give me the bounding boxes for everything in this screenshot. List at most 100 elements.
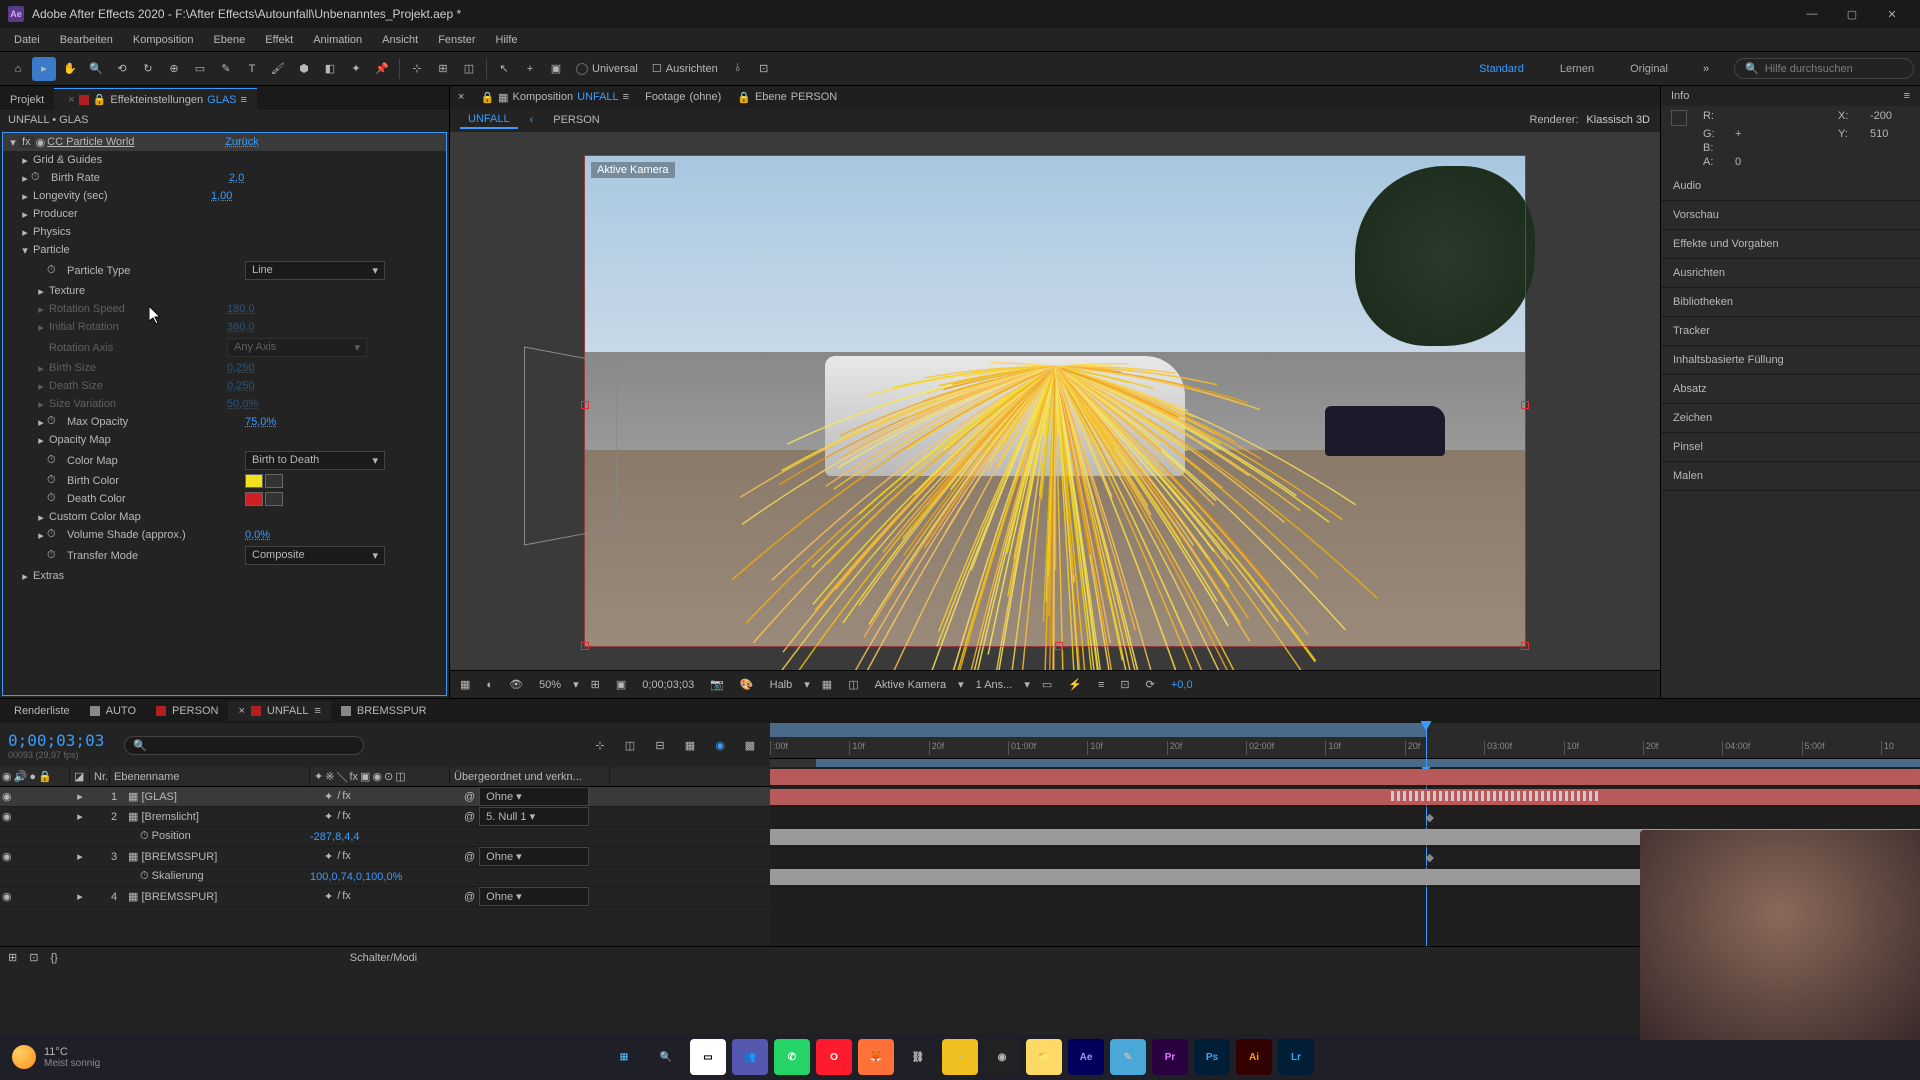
info-panel-header[interactable]: Info ≡ [1661, 86, 1920, 106]
flowchart-icon[interactable]: ⊡ [1116, 676, 1133, 693]
menu-hilfe[interactable]: Hilfe [486, 31, 528, 49]
pickwhip-icon[interactable]: @ [464, 891, 475, 903]
reset-exposure-icon[interactable]: ⟳ [1142, 676, 1159, 693]
effect-prop-particle-type[interactable]: ⏱Particle TypeLine▾ [3, 259, 446, 282]
selection-tool[interactable]: ▸ [32, 57, 56, 81]
effect-prop-max-opacity[interactable]: ▸⏱Max Opacity75,0% [3, 413, 446, 431]
side-panel-ausrichten[interactable]: Ausrichten [1661, 259, 1920, 288]
layer-bar[interactable] [770, 789, 1920, 805]
ausrichten-toggle[interactable]: ☐Ausrichten [646, 62, 724, 75]
color-swatch[interactable] [245, 474, 263, 488]
firefox-icon[interactable]: 🦊 [858, 1039, 894, 1075]
side-panel-absatz[interactable]: Absatz [1661, 375, 1920, 404]
lock-icon[interactable]: 🔒 [737, 91, 751, 104]
eyedropper-icon[interactable] [265, 492, 283, 506]
app-icon-2[interactable]: ◔ [942, 1039, 978, 1075]
snap-icon[interactable]: ⫰ [726, 57, 750, 81]
side-panel-inhaltsbasierte-f-llung[interactable]: Inhaltsbasierte Füllung [1661, 346, 1920, 375]
lock-header-icon[interactable]: 🔒 [38, 770, 52, 783]
effect-prop-volume-shade-approx-[interactable]: ▸⏱Volume Shade (approx.)0,0% [3, 526, 446, 544]
workspace-standard[interactable]: Standard [1469, 59, 1534, 79]
composition-viewer[interactable]: Aktive Kamera [450, 132, 1660, 670]
lightroom-icon[interactable]: Lr [1278, 1039, 1314, 1075]
teams-icon[interactable]: 👥 [732, 1039, 768, 1075]
guides-icon[interactable]: ▣ [612, 676, 630, 693]
anchor-tool[interactable]: ⊕ [162, 57, 186, 81]
effect-prop-physics[interactable]: ▸Physics [3, 223, 446, 241]
stopwatch-icon[interactable]: ⏱ [47, 549, 61, 563]
3d-box-icon[interactable]: ▣ [544, 57, 568, 81]
solo-header-icon[interactable]: ● [29, 771, 36, 783]
start-button[interactable]: ⊞ [606, 1039, 642, 1075]
effect-prop-opacity-map[interactable]: ▸Opacity Map [3, 431, 446, 449]
effect-prop-texture[interactable]: ▸Texture [3, 282, 446, 300]
menu-fenster[interactable]: Fenster [428, 31, 485, 49]
stopwatch-icon[interactable]: ⏱ [47, 264, 61, 278]
weather-widget[interactable]: 11°C Meist sonnig [12, 1045, 100, 1069]
workspace-overflow-icon[interactable]: » [1694, 57, 1718, 81]
illustrator-icon[interactable]: Ai [1236, 1039, 1272, 1075]
toggle-blend-icon[interactable]: {} [50, 952, 57, 964]
timeline-icon[interactable]: ≡ [1094, 677, 1108, 693]
roto-tool[interactable]: ✦ [344, 57, 368, 81]
brush-tool[interactable]: 🖌 [266, 57, 290, 81]
text-tool[interactable]: T [240, 57, 264, 81]
layer-bar[interactable] [770, 769, 1920, 785]
puppet-tool[interactable]: 📌 [370, 57, 394, 81]
menu-komposition[interactable]: Komposition [123, 31, 204, 49]
tl-tab-auto[interactable]: AUTO [80, 701, 146, 721]
obs-icon[interactable]: ◉ [984, 1039, 1020, 1075]
effect-prop-producer[interactable]: ▸Producer [3, 205, 446, 223]
side-panel-bibliotheken[interactable]: Bibliotheken [1661, 288, 1920, 317]
layer-row[interactable]: ◉▸3▦ [BREMSSPUR]✦/fx@Ohne ▾ [0, 847, 770, 867]
pen-tool[interactable]: ✎ [214, 57, 238, 81]
layer-row[interactable]: ◉▸4▦ [BREMSSPUR]✦/fx@Ohne ▾ [0, 887, 770, 907]
close-button[interactable]: ✕ [1872, 0, 1912, 28]
side-panel-effekte-und-vorgaben[interactable]: Effekte und Vorgaben [1661, 230, 1920, 259]
panel-menu-icon[interactable]: ≡ [623, 91, 629, 103]
chevron-down-icon[interactable]: ▾ [1024, 678, 1030, 691]
eraser-tool[interactable]: ◧ [318, 57, 342, 81]
eyedropper-icon[interactable] [265, 474, 283, 488]
toggle-modes-icon[interactable]: ⊡ [29, 951, 38, 964]
side-panel-vorschau[interactable]: Vorschau [1661, 201, 1920, 230]
stopwatch-icon[interactable]: ⏱ [47, 454, 61, 468]
dropdown[interactable]: Birth to Death▾ [245, 451, 385, 470]
effect-prop-transfer-mode[interactable]: ⏱Transfer ModeComposite▾ [3, 544, 446, 567]
add-icon[interactable]: + [518, 57, 542, 81]
menu-effekt[interactable]: Effekt [255, 31, 303, 49]
effect-prop-longevity-sec-[interactable]: ▸Longevity (sec)1,00 [3, 187, 446, 205]
effect-prop-rotation-axis[interactable]: Rotation AxisAny Axis▾ [3, 336, 446, 359]
stopwatch-icon[interactable]: ⏱ [47, 415, 61, 429]
side-panel-tracker[interactable]: Tracker [1661, 317, 1920, 346]
panel-menu-icon[interactable]: ≡ [1904, 90, 1910, 102]
orbit-tool[interactable]: ⟲ [110, 57, 134, 81]
effect-prop-death-size[interactable]: ▸Death Size0,250 [3, 377, 446, 395]
close-icon[interactable]: × [458, 91, 464, 103]
stamp-tool[interactable]: ⬢ [292, 57, 316, 81]
tl-tab-bremsspur[interactable]: BREMSSPUR [331, 701, 437, 721]
effect-prop-custom-color-map[interactable]: ▸Custom Color Map [3, 508, 446, 526]
comp-tab-komposition[interactable]: 🔒 ▦ Komposition UNFALL ≡ [480, 91, 629, 104]
effect-prop-death-color[interactable]: ⏱Death Color [3, 490, 446, 508]
premiere-icon[interactable]: Pr [1152, 1039, 1188, 1075]
comp-mini-flowchart-icon[interactable]: ⊹ [588, 733, 612, 757]
snap-grid-icon[interactable]: ⊡ [752, 57, 776, 81]
eye-icon[interactable]: ◉ [2, 850, 12, 863]
mask-icon[interactable]: ◐ [482, 677, 497, 693]
maximize-button[interactable]: ▢ [1832, 0, 1872, 28]
views-dropdown[interactable]: 1 Ans... [972, 677, 1017, 693]
effect-prop-birth-rate[interactable]: ▸⏱Birth Rate2,0 [3, 169, 446, 187]
timeline-search[interactable]: 🔍 [124, 736, 364, 755]
layer-property[interactable]: ⏱ Skalierung100,0,74,0,100,0% [0, 867, 770, 887]
side-panel-zeichen[interactable]: Zeichen [1661, 404, 1920, 433]
stopwatch-icon[interactable]: ⏱ [47, 528, 61, 542]
effect-prop-birth-size[interactable]: ▸Birth Size0,250 [3, 359, 446, 377]
pickwhip-icon[interactable]: @ [464, 811, 475, 823]
3d-cursor-icon[interactable]: ↖ [492, 57, 516, 81]
viewer-timecode[interactable]: 0;00;03;03 [638, 677, 698, 693]
tl-tab-person[interactable]: PERSON [146, 701, 228, 721]
chevron-down-icon[interactable]: ▾ [573, 678, 579, 691]
motion-blur-icon[interactable]: ◉ [708, 733, 732, 757]
photoshop-icon[interactable]: Ps [1194, 1039, 1230, 1075]
